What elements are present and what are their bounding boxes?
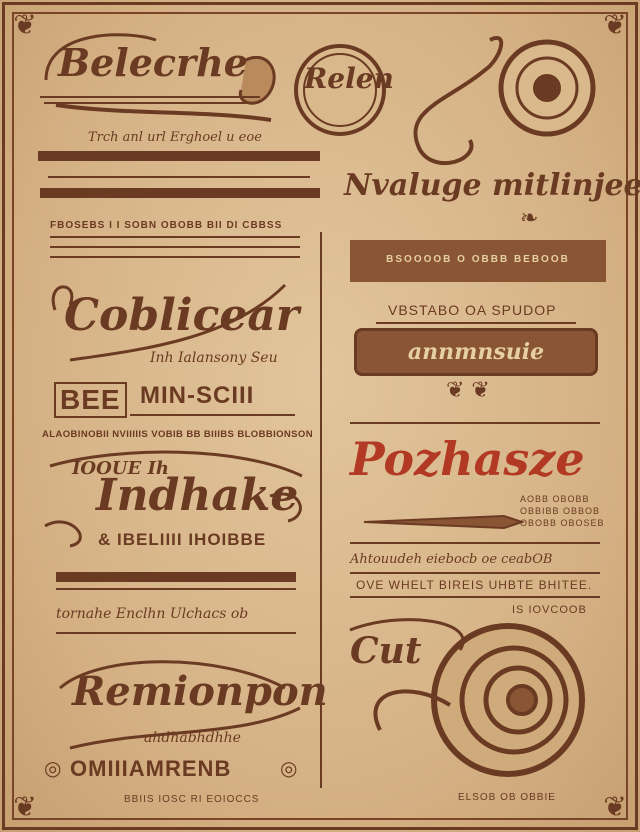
pen-nib-icon: [363, 514, 526, 530]
leaf-ornament-icon: ❧: [520, 206, 539, 231]
rule: [350, 596, 600, 598]
rule: [350, 422, 600, 424]
caps-small-2b: OBBIBB OBBOB: [520, 506, 601, 516]
rule-bar: [40, 188, 320, 198]
rule: [50, 236, 300, 238]
heading-cut: Cut: [350, 630, 422, 672]
heading-remionpon: Remionpon: [72, 668, 328, 715]
block-right: MIN-SCIII: [140, 382, 255, 409]
scroll-ornament-icon: ❦ ❦: [446, 378, 490, 403]
caps-row-1: FBOSEBS I I SOBN OBOBB BII DI CBBSS: [50, 220, 283, 231]
rule: [48, 176, 310, 178]
block-left: BEE: [54, 382, 127, 418]
footer-caps-right: ELSOB OB OBBIE: [458, 792, 556, 803]
footer-caps-left: BBIIS IOSC RI EOIOCCS: [124, 794, 260, 805]
rule: [50, 246, 300, 248]
subtext-4: ahdhabhdhhe: [144, 730, 241, 746]
subtext-2: Inh Ialansony Seu: [150, 350, 278, 366]
script-row: tornahe Enclhn Ulchacs ob: [56, 606, 249, 622]
rule: [376, 322, 576, 324]
script-row-2: Ahtouudeh eiebocb oe ceabOB: [350, 552, 553, 567]
heading-nvaluge: Nvaluge mitlinjee: [344, 168, 640, 203]
spiral-icon: ◎: [280, 756, 298, 780]
heading-indhake: Indhake: [96, 470, 299, 521]
caps-small-2c: OBOBB OBOSEB: [520, 518, 605, 528]
rule: [40, 96, 260, 98]
heading-coblicear: Coblicear: [64, 290, 300, 341]
band-1: BSOOOOB O OBBB BEBOOB: [350, 240, 606, 282]
caps-small-3: IS IOVCOOB: [512, 604, 587, 616]
rule: [350, 572, 600, 574]
rule: [350, 542, 600, 544]
rule-bar: [38, 151, 320, 161]
poster-sheet: ❦ ❦ ❦ ❦ Belecrhe Trch anl url Erghoel u …: [0, 0, 640, 832]
spiral-icon: ◎: [44, 756, 62, 780]
rule-bar: [56, 572, 296, 582]
tagline-1: Trch anl url Erghoel u eoe: [88, 130, 262, 145]
subtext-3: & IBELIIII IHOIBBE: [98, 530, 267, 549]
caps-row-2-right: OVE WHELT BIREIS UHBTE BHITEE.: [356, 578, 593, 592]
swash-ornament: [413, 36, 504, 166]
rule: [50, 256, 300, 258]
label-box: annmnsuie: [354, 328, 598, 376]
block-bottom: OMIIIAMRENB: [70, 756, 232, 781]
rule: [56, 588, 296, 590]
caps-row-2: ALAOBINOBII NVIIIIIS VOBIB BB BIIIBS BLO…: [42, 429, 313, 440]
rule: [130, 414, 295, 416]
corner-flourish-icon: ❦: [603, 8, 627, 41]
heading-belecrhe: Belecrhe: [58, 40, 248, 85]
corner-flourish-icon: ❦: [13, 790, 37, 823]
rule: [56, 632, 296, 634]
caps-small-2a: AOBB OBOBB: [520, 494, 590, 504]
heading-pozhasze: Pozhasze: [350, 432, 585, 486]
rule: [44, 102, 249, 104]
caps-row-1-right: VBSTABO OA SPUDOP: [388, 302, 557, 318]
corner-flourish-icon: ❦: [603, 790, 627, 823]
